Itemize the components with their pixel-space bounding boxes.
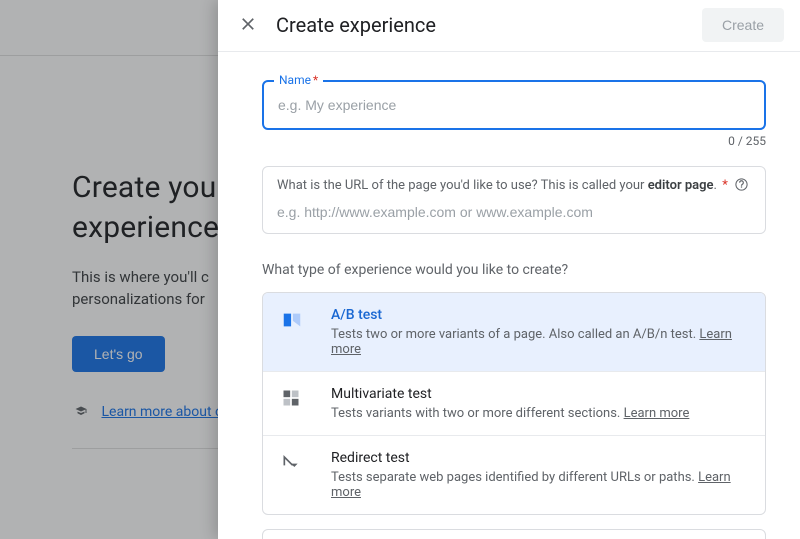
type-option-multivariate[interactable]: Multivariate test Tests variants with tw… (263, 371, 765, 435)
create-button[interactable]: Create (702, 8, 784, 42)
name-field[interactable]: Name* (262, 80, 766, 130)
panel-header: Create experience Create (218, 0, 800, 52)
url-input[interactable] (277, 204, 751, 220)
name-label: Name* (274, 73, 323, 87)
close-button[interactable] (234, 11, 262, 39)
multivariate-icon (281, 388, 305, 412)
type-option-ab-test[interactable]: A/B test Tests two or more variants of a… (263, 293, 765, 371)
redirect-icon (281, 452, 305, 476)
close-icon (238, 14, 258, 37)
type-option-redirect[interactable]: Redirect test Tests separate web pages i… (263, 435, 765, 514)
create-experience-panel: Create experience Create Name* 0 / 255 W… (218, 0, 800, 539)
personalization-card: Personalization Personalize your page fo… (262, 529, 766, 539)
type-title: A/B test (331, 307, 747, 323)
name-char-counter: 0 / 255 (262, 134, 766, 148)
panel-title: Create experience (276, 13, 702, 37)
url-field[interactable]: What is the URL of the page you'd like t… (262, 166, 766, 234)
learn-more-link[interactable]: Learn more (624, 406, 690, 421)
help-icon[interactable] (734, 177, 749, 198)
experience-type-list: A/B test Tests two or more variants of a… (262, 292, 766, 515)
experience-type-question: What type of experience would you like t… (262, 262, 766, 278)
name-input[interactable] (278, 97, 750, 113)
type-title: Redirect test (331, 450, 747, 466)
type-option-personalization[interactable]: Personalization Personalize your page fo… (263, 530, 765, 539)
type-title: Multivariate test (331, 386, 689, 402)
ab-test-icon (281, 309, 305, 333)
url-label: What is the URL of the page you'd like t… (277, 177, 751, 198)
